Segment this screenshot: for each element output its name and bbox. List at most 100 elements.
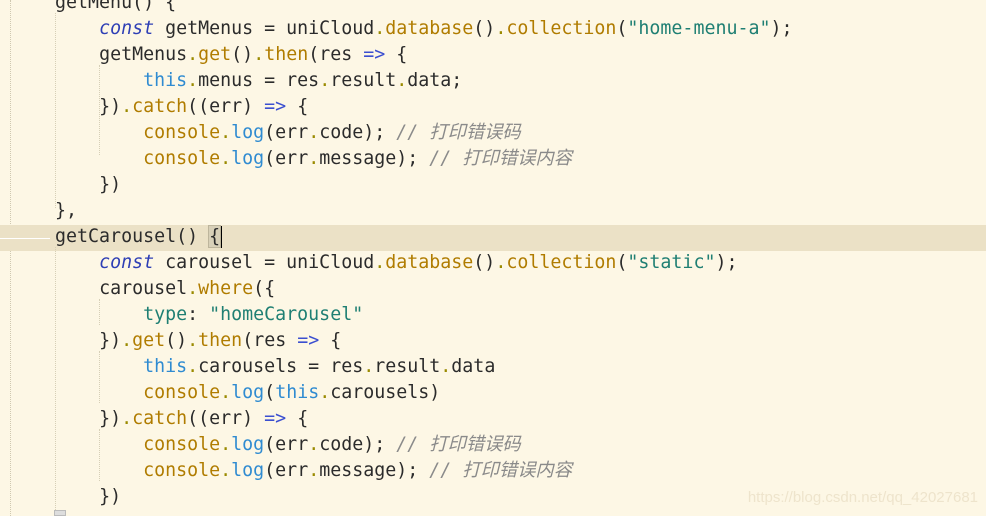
code-token-plain: (: [616, 18, 628, 39]
code-token-method: database: [385, 18, 474, 39]
code-token-plain: carousel: [99, 278, 188, 299]
code-token-plain: ((err): [187, 408, 265, 429]
code-token-dot: .: [187, 278, 199, 299]
code-token-str: type: [143, 304, 188, 325]
code-token-dot: .: [121, 330, 133, 351]
code-editor[interactable]: getMenu() { const getMenus = uniCloud.da…: [0, 0, 793, 510]
code-token-plain: code);: [319, 122, 397, 143]
fold-marker[interactable]: [54, 510, 66, 516]
code-token-plain: {: [286, 96, 309, 117]
code-token-plain: (err: [264, 460, 309, 481]
code-token-plain: carousels = res: [198, 356, 364, 377]
code-token-dot: .: [374, 252, 386, 273]
code-token-dot: .: [319, 70, 331, 91]
code-token-comment: // 打印错误内容: [429, 148, 572, 169]
code-line[interactable]: getCarousel() {: [0, 224, 793, 250]
code-token-plain: data: [451, 356, 496, 377]
code-token-op: =>: [363, 44, 386, 65]
code-token-str: "static": [627, 252, 716, 273]
code-token-method: where: [198, 278, 254, 299]
code-token-dot: .: [308, 122, 320, 143]
code-token-this: this: [143, 356, 188, 377]
code-token-plain: }): [99, 330, 122, 351]
code-token-dot: .: [220, 382, 232, 403]
code-line[interactable]: }): [0, 484, 793, 510]
code-line[interactable]: type: "homeCarousel": [0, 302, 793, 328]
code-token-brace: {: [208, 225, 222, 248]
code-token-plain: getMenus = uniCloud: [154, 18, 375, 39]
code-token-method: console: [143, 382, 221, 403]
code-token-plain: (err: [264, 122, 309, 143]
code-line[interactable]: const getMenus = uniCloud.database().col…: [0, 16, 793, 42]
code-token-dot: .: [121, 408, 133, 429]
code-token-plain: },: [55, 200, 78, 221]
code-token-plain: getMenus: [99, 44, 188, 65]
code-token-dot: .: [253, 44, 265, 65]
code-token-plain: message);: [319, 148, 430, 169]
text-cursor: [220, 226, 223, 248]
code-token-kw: const: [99, 18, 155, 39]
code-token-plain: carousels): [330, 382, 441, 403]
code-token-dot: .: [440, 356, 452, 377]
code-token-dot: .: [220, 122, 232, 143]
code-token-dot: .: [374, 18, 386, 39]
code-token-dot: .: [187, 356, 199, 377]
code-token-op: =>: [297, 330, 320, 351]
code-token-method: database: [385, 252, 474, 273]
code-line[interactable]: getMenus.get().then(res => {: [0, 42, 793, 68]
code-token-plain: (res: [308, 44, 364, 65]
code-token-plain: data;: [407, 70, 463, 91]
code-line[interactable]: console.log(err.code); // 打印错误码: [0, 432, 793, 458]
code-line[interactable]: }): [0, 172, 793, 198]
code-token-method: get: [132, 330, 166, 351]
code-token-plain: carousel = uniCloud: [154, 252, 375, 273]
code-token-dot: .: [187, 330, 199, 351]
code-token-plain: ({: [253, 278, 276, 299]
code-token-plain: );: [770, 18, 793, 39]
code-token-plain: (: [616, 252, 628, 273]
code-token-dot: .: [220, 434, 232, 455]
code-line[interactable]: console.log(err.message); // 打印错误内容: [0, 458, 793, 484]
watermark: https://blog.csdn.net/qq_42027681: [747, 489, 978, 506]
code-token-method: catch: [132, 408, 188, 429]
code-line[interactable]: carousel.where({: [0, 276, 793, 302]
code-token-plain: ((err): [187, 96, 265, 117]
code-token-this: log: [231, 434, 265, 455]
code-token-plain: (err: [264, 434, 309, 455]
code-line[interactable]: console.log(err.message); // 打印错误内容: [0, 146, 793, 172]
code-token-dot: .: [308, 148, 320, 169]
code-token-dot: .: [396, 70, 408, 91]
code-token-plain: (err: [264, 148, 309, 169]
code-line[interactable]: console.log(err.code); // 打印错误码: [0, 120, 793, 146]
code-line[interactable]: const carousel = uniCloud.database().col…: [0, 250, 793, 276]
code-token-plain: result: [374, 356, 441, 377]
code-token-plain: }): [99, 408, 122, 429]
code-token-plain: (res: [242, 330, 298, 351]
code-line[interactable]: },: [0, 198, 793, 224]
code-token-op: =>: [264, 408, 287, 429]
code-line[interactable]: }).get().then(res => {: [0, 328, 793, 354]
code-line[interactable]: }).catch((err) => {: [0, 406, 793, 432]
code-token-method: console: [143, 148, 221, 169]
code-line[interactable]: console.log(this.carousels): [0, 380, 793, 406]
code-token-plain: (): [473, 18, 496, 39]
code-token-str: "home-menu-a": [627, 18, 771, 39]
code-token-method: collection: [506, 252, 617, 273]
code-token-this: log: [231, 148, 265, 169]
code-token-dot: .: [495, 252, 507, 273]
code-line[interactable]: }).catch((err) => {: [0, 94, 793, 120]
code-token-dot: .: [187, 70, 199, 91]
code-token-dot: .: [319, 382, 331, 403]
code-line[interactable]: this.menus = res.result.data;: [0, 68, 793, 94]
code-line[interactable]: this.carousels = res.result.data: [0, 354, 793, 380]
code-token-plain: message);: [319, 460, 430, 481]
code-token-plain: }): [99, 486, 122, 507]
code-token-dot: .: [220, 460, 232, 481]
code-token-comment: // 打印错误码: [396, 434, 521, 455]
code-token-method: console: [143, 122, 221, 143]
code-token-plain: }): [99, 96, 122, 117]
code-token-str: "homeCarousel": [209, 304, 364, 325]
code-token-plain: code);: [319, 434, 397, 455]
code-line[interactable]: getMenu() {: [0, 0, 793, 16]
code-token-this: log: [231, 122, 265, 143]
